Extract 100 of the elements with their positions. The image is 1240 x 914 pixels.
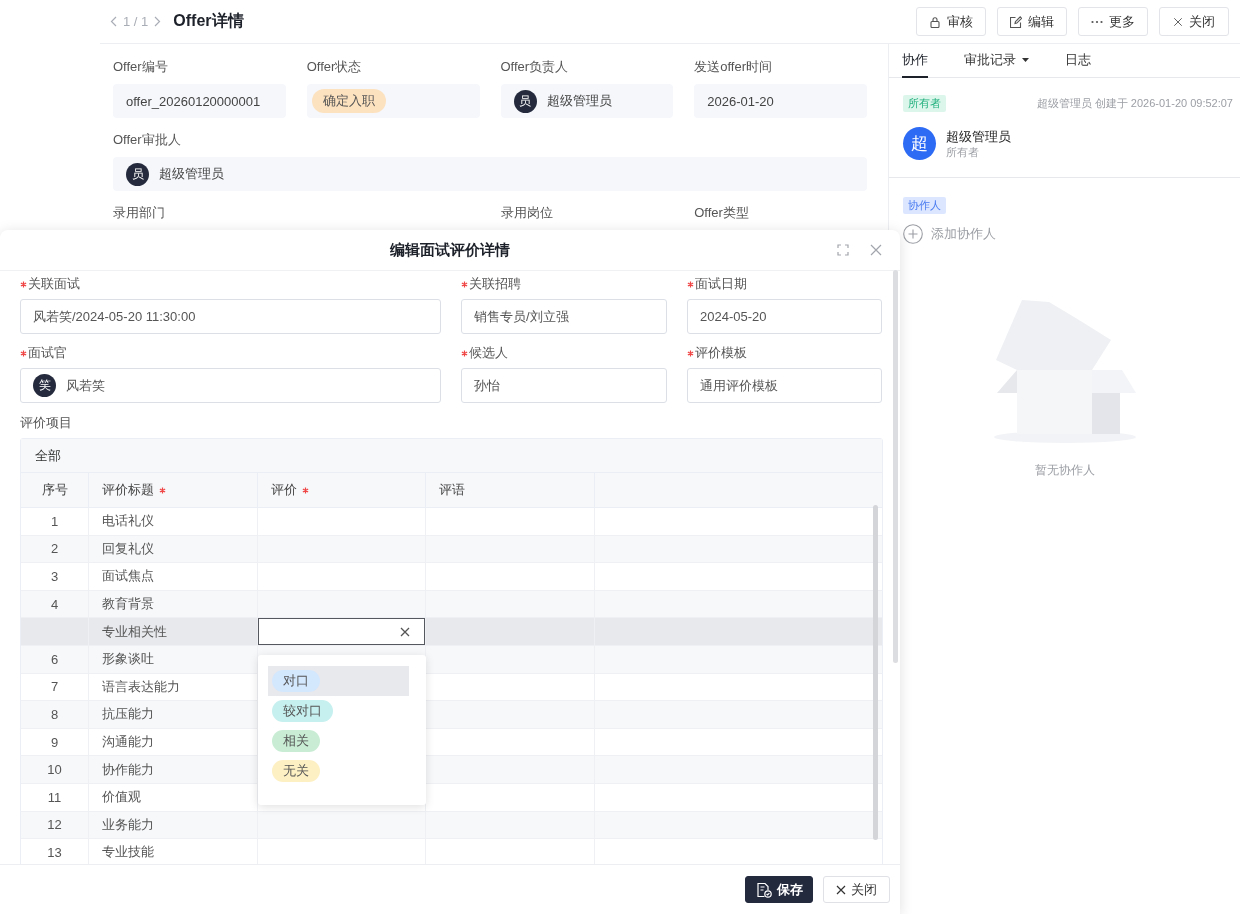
close-icon	[836, 884, 846, 895]
row-number: 3	[50, 569, 59, 584]
field-value: 2024-05-20	[700, 309, 767, 324]
column-header: 评语	[439, 481, 465, 499]
column-header: 评价标题	[102, 481, 154, 499]
table-row[interactable]: 12 业务能力	[21, 811, 882, 840]
plus-circle-icon	[903, 224, 923, 244]
field-label: Offer编号	[113, 58, 168, 76]
table-cell: 面试焦点	[102, 567, 154, 586]
table-cell: 形象谈吐	[102, 650, 154, 669]
avatar: 超	[903, 127, 936, 160]
row-number: 9	[50, 734, 59, 750]
row-number: 1	[50, 513, 59, 529]
chevron-right-icon[interactable]	[154, 16, 162, 27]
field-value: 孙怡	[474, 376, 500, 395]
field-value: 风若笑	[66, 376, 105, 395]
owner-tag: 所有者	[903, 95, 946, 112]
page-title: Offer详情	[173, 11, 244, 31]
scrollbar[interactable]	[893, 270, 898, 663]
expand-icon[interactable]	[837, 244, 849, 256]
section-label: 评价项目	[20, 414, 73, 432]
tab[interactable]: 协作	[902, 44, 928, 78]
user-name: 超级管理员	[946, 127, 1011, 145]
input-field[interactable]: 2024-05-20	[687, 299, 882, 334]
status-tag: 确定入职	[311, 89, 386, 113]
row-number: 6	[50, 651, 59, 667]
action-button[interactable]: 审核	[916, 7, 986, 36]
user-role: 所有者	[946, 144, 979, 160]
action-button[interactable]: 关闭	[1159, 7, 1229, 36]
table-cell: 语言表达能力	[102, 677, 180, 696]
table-group-row: 全部	[21, 439, 882, 473]
field-label: 候选人	[469, 344, 508, 362]
row-number: 13	[47, 844, 62, 860]
avatar: 员	[513, 89, 537, 113]
table-cell: 沟通能力	[102, 733, 154, 752]
action-button[interactable]: 编辑	[997, 7, 1067, 36]
scrollbar[interactable]	[873, 505, 878, 840]
input-field[interactable]: 风若笑/2024-05-20 11:30:00	[20, 299, 441, 334]
empty-message: 暂无协作人	[1034, 462, 1095, 479]
table-cell: 专业相关性	[102, 622, 167, 641]
row-number: 12	[47, 817, 62, 833]
table-row[interactable]: 4 教育背景	[21, 590, 882, 619]
input-field[interactable]: 销售专员/刘立强	[461, 299, 667, 334]
value-field: offer_20260120000001	[113, 84, 286, 118]
field-label: 录用部门	[113, 204, 165, 222]
table-row[interactable]: 1 电话礼仪	[21, 508, 882, 536]
table-cell: 回复礼仪	[102, 539, 154, 558]
row-number: 7	[50, 679, 59, 695]
field-label: 关联面试	[28, 275, 80, 293]
dropdown-option[interactable]: 对口	[268, 665, 409, 696]
close-button[interactable]: 关闭	[823, 876, 890, 903]
input-field[interactable]: 孙怡	[461, 368, 667, 403]
table-row[interactable]: 2 回复礼仪	[21, 535, 882, 564]
field-label: 面试官	[28, 344, 67, 362]
select-field[interactable]	[258, 618, 425, 645]
tab[interactable]: 审批记录	[964, 44, 1029, 78]
created-info: 超级管理员 创建于 2026-01-20 09:52:07	[1036, 96, 1233, 111]
more-icon	[1091, 19, 1103, 24]
option-tag: 对口	[272, 669, 320, 692]
close-icon	[1173, 16, 1183, 27]
tab[interactable]: 日志	[1065, 44, 1091, 78]
field-label: Offer负责人	[500, 58, 569, 76]
row-number: 2	[50, 541, 59, 557]
user-name: 超级管理员	[159, 165, 224, 183]
save-button[interactable]: 保存	[745, 876, 813, 903]
dropdown-option[interactable]: 无关	[268, 755, 409, 786]
chevron-left-icon[interactable]	[110, 16, 117, 27]
table-row[interactable]: 3 面试焦点	[21, 563, 882, 591]
action-button[interactable]: 更多	[1078, 7, 1148, 36]
page-counter: 1 / 1	[123, 14, 149, 29]
close-icon[interactable]	[870, 244, 882, 256]
field-label: 录用岗位	[500, 204, 553, 222]
avatar: 员	[126, 162, 149, 186]
option-tag: 相关	[272, 729, 320, 752]
row-number: 8	[50, 706, 59, 722]
table-cell: 抗压能力	[102, 705, 154, 724]
table-cell: 专业技能	[102, 843, 154, 862]
clear-icon[interactable]	[400, 626, 410, 637]
field-label: Offer审批人	[113, 131, 181, 149]
field-label: 关联招聘	[469, 275, 521, 293]
option-tag: 无关	[272, 759, 320, 782]
option-tag: 较对口	[272, 699, 333, 722]
document-check-icon	[755, 881, 772, 898]
input-field[interactable]: 通用评价模板	[687, 368, 882, 403]
column-header: 评价	[271, 481, 297, 499]
table-cell: 教育背景	[102, 595, 154, 614]
field-value: 通用评价模板	[700, 376, 778, 395]
lock-icon	[929, 15, 941, 28]
modal-title: 编辑面试评价详情	[390, 240, 510, 260]
field-label: Offer类型	[694, 204, 749, 222]
field-label: 评价模板	[695, 344, 747, 362]
field-label: 面试日期	[695, 275, 747, 293]
table-cell: 业务能力	[102, 815, 154, 834]
field-label: Offer状态	[306, 58, 362, 76]
table-cell: 价值观	[102, 788, 141, 807]
avatar: 笑	[33, 374, 56, 397]
collaborator-tag: 协作人	[903, 197, 946, 214]
value-field: 2026-01-20	[694, 84, 867, 118]
row-number: 4	[50, 596, 59, 612]
input-field[interactable]: 笑 风若笑	[20, 368, 441, 403]
